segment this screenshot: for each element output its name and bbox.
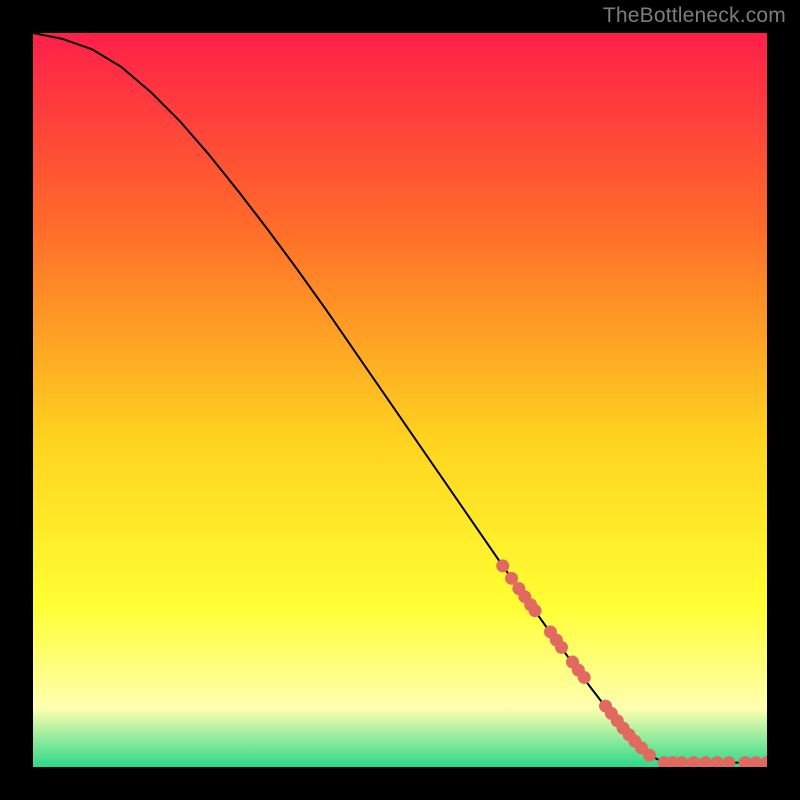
watermark-text: TheBottleneck.com (603, 4, 786, 28)
marker-point (529, 604, 542, 617)
gradient-background (33, 33, 767, 767)
marker-point (555, 641, 568, 654)
marker-point (643, 749, 656, 762)
chart-frame: TheBottleneck.com (0, 0, 800, 800)
marker-point (578, 671, 591, 684)
chart-svg (33, 33, 767, 767)
chart-plot-area (33, 33, 767, 767)
marker-point (496, 559, 509, 572)
